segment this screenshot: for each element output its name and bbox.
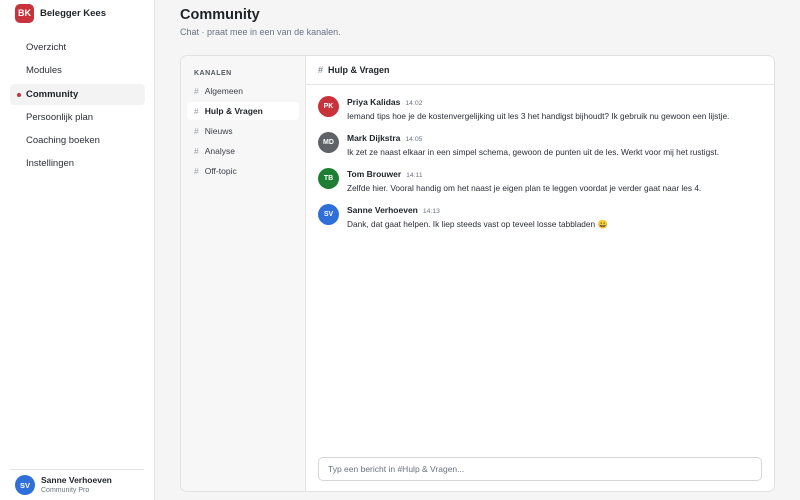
message-list: PK Priya Kalidas 14:02 Iemand tips hoe j… xyxy=(318,96,768,240)
brand-logo: BK xyxy=(15,3,34,23)
sidebar: BK Belegger Kees Overzicht Modules Commu… xyxy=(0,0,155,500)
channel-label: Hulp & Vragen xyxy=(204,106,263,116)
sidebar-item-label: Overzicht xyxy=(26,42,67,53)
sidebar-item-label: Community xyxy=(26,88,79,100)
channel-off-topic[interactable]: # Off-topic xyxy=(187,162,299,180)
channel-label: Off-topic xyxy=(204,166,237,176)
message-head: Tom Brouwer 14:11 xyxy=(347,168,701,182)
user-name: Sanne Verhoeven xyxy=(41,475,112,485)
avatar: SV xyxy=(318,204,339,225)
sidebar-item-persoonlijk-plan[interactable]: Persoonlijk plan xyxy=(10,107,145,128)
channel-label: Algemeen xyxy=(204,86,244,96)
sidebar-item-label: Persoonlijk plan xyxy=(26,111,94,123)
sidebar-item-coaching-boeken[interactable]: Coaching boeken xyxy=(10,130,145,151)
channel-analyse[interactable]: # Analyse xyxy=(187,142,299,160)
sidebar-item-label: Coaching boeken xyxy=(26,135,100,147)
avatar: MD xyxy=(318,132,339,153)
sidebar-item-overzicht[interactable]: Overzicht xyxy=(10,37,145,58)
sidebar-nav: Overzicht Modules Community Persoonlijk … xyxy=(10,37,145,177)
message-body: Priya Kalidas 14:02 Iemand tips hoe je d… xyxy=(347,96,729,132)
avatar: SV xyxy=(15,475,35,495)
brand-name: Belegger Kees xyxy=(40,7,107,19)
message-body: Sanne Verhoeven 14:13 Dank, dat gaat hel… xyxy=(347,204,608,240)
message-head: Priya Kalidas 14:02 xyxy=(347,96,729,110)
message-body: Tom Brouwer 14:11 Zelfde hier. Vooral ha… xyxy=(347,168,701,204)
message-input[interactable] xyxy=(318,457,762,481)
hash-icon: # xyxy=(194,86,199,96)
page-subtitle: Chat · praat mee in een van de kanalen. xyxy=(180,27,341,37)
sidebar-item-community[interactable]: Community xyxy=(10,83,145,105)
channel-label: Nieuws xyxy=(204,126,233,136)
user-profile[interactable]: SV Sanne Verhoeven Community Pro xyxy=(10,469,144,500)
message-author: Tom Brouwer xyxy=(347,169,402,179)
message-text: Dank, dat gaat helpen. Ik liep steeds va… xyxy=(347,219,608,229)
hash-icon: # xyxy=(194,126,199,136)
message: TB Tom Brouwer 14:11 Zelfde hier. Vooral… xyxy=(318,168,768,204)
avatar: TB xyxy=(318,168,339,189)
active-indicator-dot xyxy=(17,92,21,97)
message-text: Zelfde hier. Vooral handig om het naast … xyxy=(347,183,702,193)
channels-heading: KANALEN xyxy=(194,70,232,77)
page-title: Community xyxy=(180,7,260,23)
message-text: Ik zet ze naast elkaar in een simpel sch… xyxy=(347,147,720,157)
chat-title: Hulp & Vragen xyxy=(328,65,390,75)
message: PK Priya Kalidas 14:02 Iemand tips hoe j… xyxy=(318,96,768,132)
user-meta: Sanne Verhoeven Community Pro xyxy=(41,475,112,495)
channel-nieuws[interactable]: # Nieuws xyxy=(187,122,299,140)
sidebar-item-label: Instellingen xyxy=(26,158,75,170)
hash-icon: # xyxy=(318,65,324,75)
message-author: Mark Dijkstra xyxy=(347,133,401,143)
hash-icon: # xyxy=(194,166,199,176)
channel-hulp-vragen[interactable]: # Hulp & Vragen xyxy=(187,102,299,120)
sidebar-item-label: Modules xyxy=(26,65,62,77)
sidebar-item-instellingen[interactable]: Instellingen xyxy=(10,153,145,174)
chat-header: # Hulp & Vragen xyxy=(306,56,774,85)
community-panel: KANALEN # Algemeen # Hulp & Vragen # Nieuws… xyxy=(180,55,775,492)
channel-algemeen[interactable]: # Algemeen xyxy=(187,82,299,100)
message-head: Mark Dijkstra 14:05 xyxy=(347,132,719,146)
message-time: 14:02 xyxy=(405,100,423,107)
chat-area: # Hulp & Vragen PK Priya Kalidas 14:02 I… xyxy=(306,56,774,491)
brand[interactable]: BK Belegger Kees xyxy=(15,3,106,23)
message-text: Iemand tips hoe je de kostenvergelijking… xyxy=(347,111,730,121)
message-time: 14:11 xyxy=(406,172,423,179)
message-head: Sanne Verhoeven 14:13 xyxy=(347,204,608,218)
user-plan: Community Pro xyxy=(41,487,90,494)
message-author: Sanne Verhoeven xyxy=(347,205,418,215)
sidebar-item-modules[interactable]: Modules xyxy=(10,60,145,81)
hash-icon: # xyxy=(194,106,199,116)
message: SV Sanne Verhoeven 14:13 Dank, dat gaat … xyxy=(318,204,768,240)
message-author: Priya Kalidas xyxy=(347,97,401,107)
message-time: 14:05 xyxy=(405,136,423,143)
hash-icon: # xyxy=(194,146,199,156)
message-body: Mark Dijkstra 14:05 Ik zet ze naast elka… xyxy=(347,132,719,168)
channel-label: Analyse xyxy=(204,146,235,156)
message-time: 14:13 xyxy=(422,208,440,215)
message: MD Mark Dijkstra 14:05 Ik zet ze naast e… xyxy=(318,132,768,168)
avatar: PK xyxy=(318,96,339,117)
channel-list: # Algemeen # Hulp & Vragen # Nieuws # Analys… xyxy=(187,82,299,182)
channel-sidebar: KANALEN # Algemeen # Hulp & Vragen # Nieuws… xyxy=(181,56,306,491)
